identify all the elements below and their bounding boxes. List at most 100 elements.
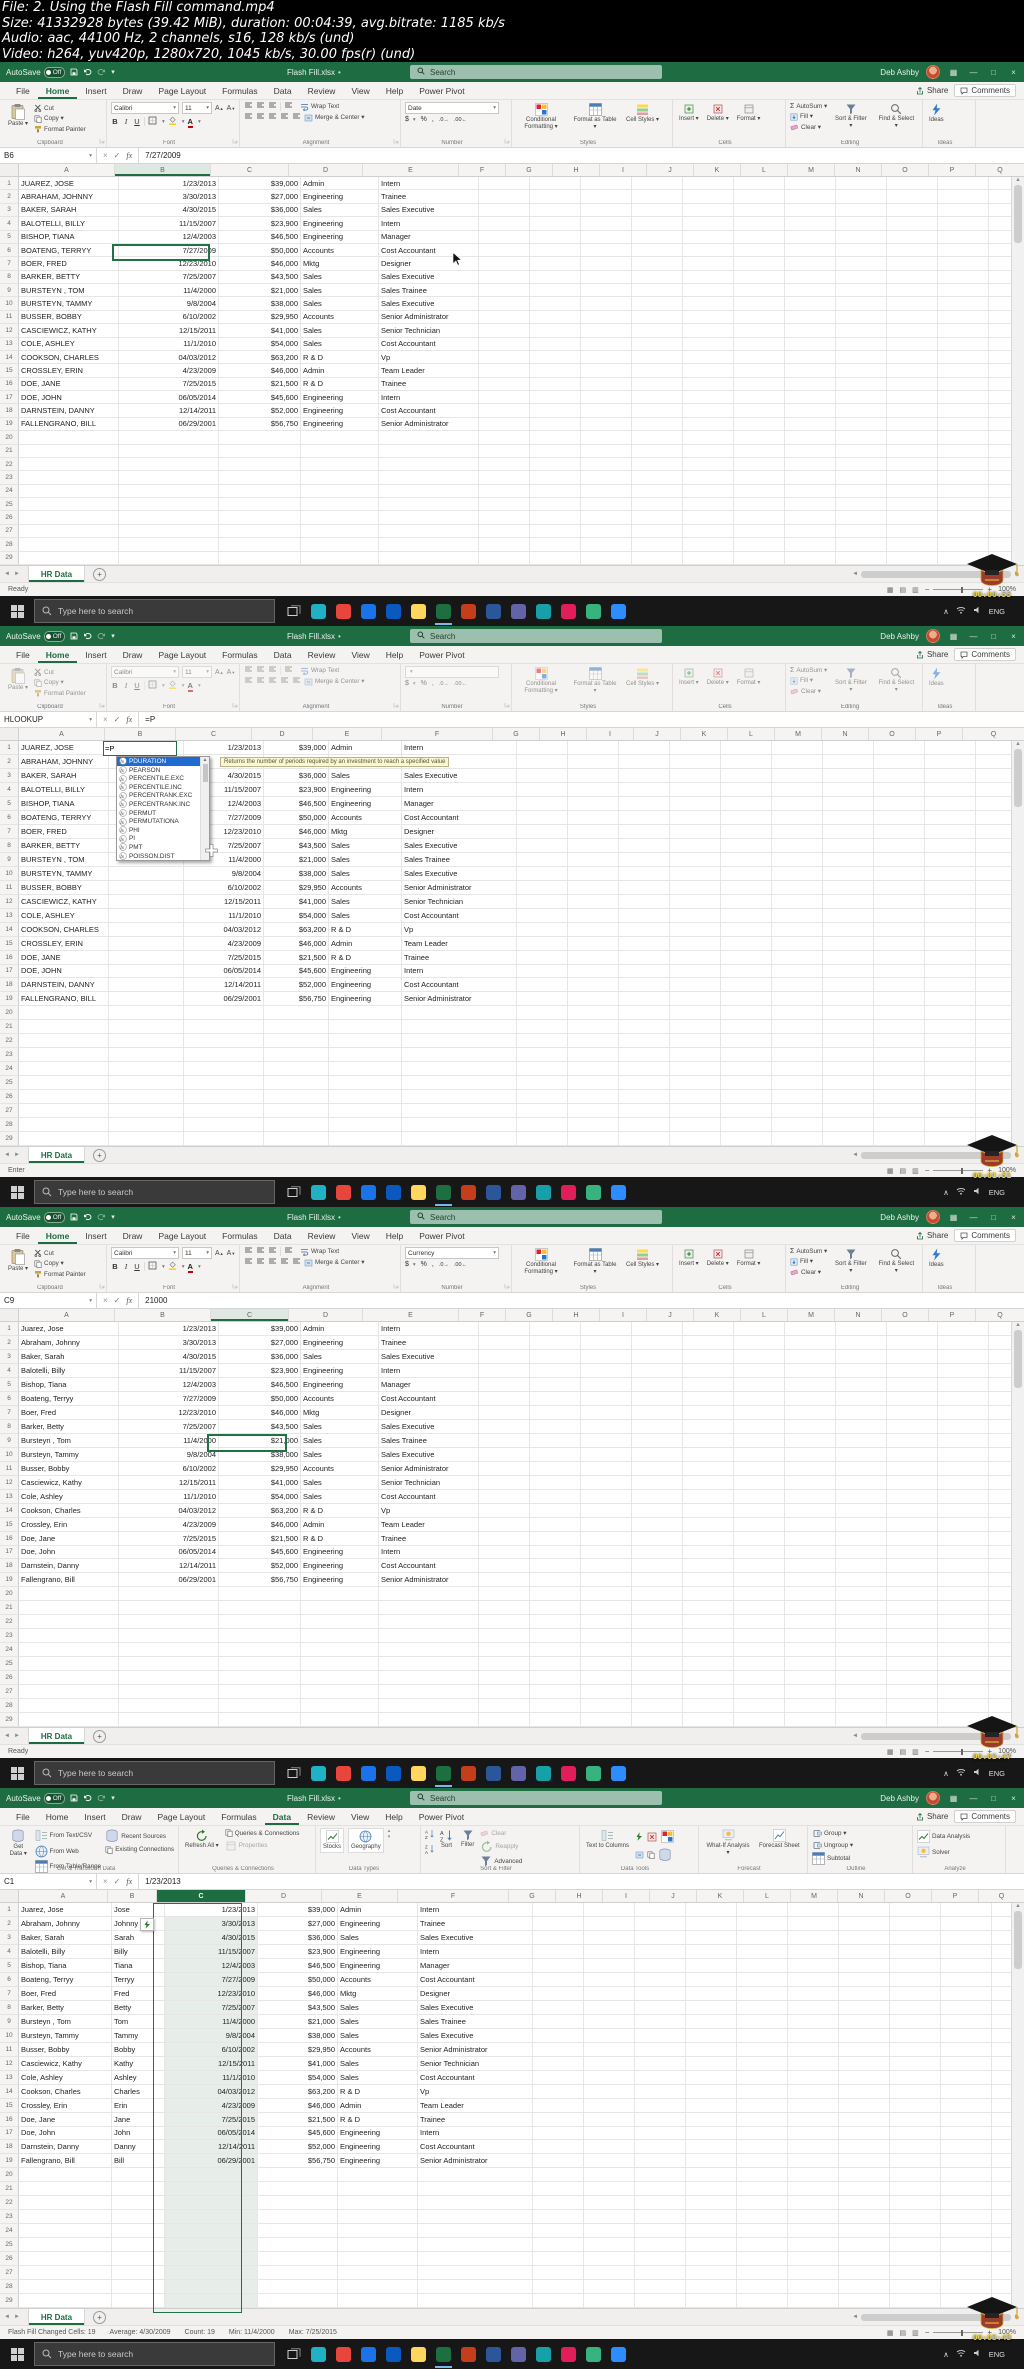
grid-cell[interactable] — [887, 190, 938, 204]
taskbar-app-icon[interactable] — [531, 596, 556, 626]
grid-cell[interactable] — [219, 444, 301, 458]
column-header[interactable]: G — [493, 728, 540, 740]
grid-cell[interactable] — [584, 2168, 635, 2183]
tab-view[interactable]: View — [343, 82, 377, 99]
vertical-scrollbar[interactable]: ▲ — [1011, 177, 1024, 565]
grid-cell[interactable] — [632, 270, 683, 284]
grid-cell[interactable]: $41,000 — [258, 2056, 338, 2071]
number-format-select[interactable]: Currency ▾ — [405, 1247, 499, 1259]
grid-cell[interactable]: 12/14/2011 — [119, 404, 219, 418]
taskbar-app-icon[interactable] — [381, 1758, 406, 1788]
grid-cell[interactable] — [925, 880, 976, 895]
grid-cell[interactable]: BUSSER, BOBBY — [19, 880, 109, 895]
grid-cell[interactable] — [219, 498, 301, 512]
grid-cell[interactable]: 7/25/2015 — [119, 377, 219, 391]
grid-cell[interactable] — [836, 471, 887, 485]
grid-cell[interactable] — [772, 782, 823, 797]
grid-cell[interactable] — [836, 1517, 887, 1532]
taskbar-app-icon[interactable] — [556, 1758, 581, 1788]
grid-cell[interactable] — [686, 1972, 737, 1987]
grid-cell[interactable] — [836, 257, 887, 271]
grid-cell[interactable] — [836, 391, 887, 405]
grid-cell[interactable] — [219, 1657, 301, 1672]
grid-cell[interactable] — [530, 1545, 581, 1560]
grid-cell[interactable] — [925, 978, 976, 993]
grid-cell[interactable] — [785, 538, 836, 552]
grid-cell[interactable] — [635, 1944, 686, 1959]
grid-cell[interactable] — [836, 1433, 887, 1448]
grid-cell[interactable] — [874, 838, 925, 853]
grid-cell[interactable] — [925, 1076, 976, 1091]
grid-cell[interactable] — [418, 2224, 533, 2239]
ribbon-display-options-icon[interactable]: ▦ — [947, 1794, 960, 1803]
grid-cell[interactable] — [530, 350, 581, 365]
grid-cell[interactable]: 9/8/2004 — [119, 1447, 219, 1462]
grid-cell[interactable] — [734, 1447, 785, 1462]
grid-cell[interactable]: Boateng, Terryy — [19, 1972, 112, 1987]
recent-sources-button[interactable]: Recent Sources — [105, 1829, 174, 1843]
grid-cell[interactable]: 12/23/2010 — [119, 1405, 219, 1420]
grid-cell[interactable] — [632, 538, 683, 552]
grid-cell[interactable] — [258, 2266, 338, 2281]
grid-cell[interactable] — [941, 2210, 992, 2225]
grid-cell[interactable] — [785, 203, 836, 218]
autosave-toggle[interactable]: AutoSave Off — [6, 630, 66, 642]
grid-cell[interactable]: BAKER, SARAH — [19, 203, 119, 218]
insert-function-icon[interactable]: fx — [126, 715, 132, 724]
row-header[interactable]: 4 — [0, 782, 19, 797]
grid-cell[interactable] — [219, 471, 301, 485]
grid-cell[interactable] — [772, 964, 823, 979]
grid-cell[interactable] — [619, 754, 670, 769]
grid-cell[interactable]: 12/15/2011 — [119, 324, 219, 338]
grid-cell[interactable] — [165, 2294, 258, 2309]
grid-cell[interactable] — [418, 2252, 533, 2267]
grid-cell[interactable] — [938, 1559, 989, 1574]
grid-cell[interactable]: CROSSLEY, ERIN — [19, 936, 109, 951]
tab-file[interactable]: File — [8, 646, 38, 663]
grid-cell[interactable] — [874, 1118, 925, 1133]
grid-cell[interactable]: Senior Administrator — [402, 992, 517, 1007]
column-header[interactable]: I — [600, 164, 647, 176]
grid-cell[interactable] — [530, 1391, 581, 1406]
grid-cell[interactable] — [887, 444, 938, 458]
grid-cell[interactable]: 3/30/2013 — [119, 1335, 219, 1350]
tab-review[interactable]: Review — [300, 82, 344, 99]
grid-cell[interactable] — [479, 217, 530, 231]
grid-cell[interactable] — [418, 2238, 533, 2253]
grid-cell[interactable] — [887, 1629, 938, 1644]
grid-cell[interactable]: COOKSON, CHARLES — [19, 350, 119, 365]
grid-cell[interactable] — [533, 2042, 584, 2057]
normal-view-icon[interactable]: ▦ — [887, 1748, 894, 1756]
grid-cell[interactable] — [632, 177, 683, 191]
taskbar-app-icon[interactable] — [431, 2339, 456, 2369]
grid-cell[interactable]: Engineering — [301, 1335, 379, 1350]
grid-cell[interactable]: Sales Executive — [379, 1419, 479, 1434]
row-header[interactable]: 18 — [0, 404, 19, 418]
row-header[interactable]: 4 — [0, 1363, 19, 1378]
grid-cell[interactable] — [338, 2168, 418, 2183]
tray-chevron-icon[interactable]: ∧ — [943, 1769, 949, 1778]
grid-cell[interactable] — [581, 364, 632, 378]
grid-cell[interactable]: Sales — [301, 324, 379, 338]
grid-cell[interactable] — [785, 551, 836, 565]
grid-cell[interactable]: Boateng, Terryy — [19, 1391, 119, 1406]
font-size-select[interactable]: 11 ▾ — [182, 666, 212, 678]
taskbar-app-icon[interactable] — [406, 2339, 431, 2369]
grid-cell[interactable] — [301, 1699, 379, 1714]
existing-connections-button[interactable]: Existing Connections — [105, 1845, 174, 1854]
grid-cell[interactable]: Trainee — [379, 377, 479, 391]
name-box[interactable]: HLOOKUP ▾ — [0, 712, 97, 727]
grid-cell[interactable]: Balotelli, Billy — [19, 1944, 112, 1959]
grid-cell[interactable]: $63,200 — [219, 350, 301, 365]
grid-cell[interactable] — [632, 1489, 683, 1504]
remove-duplicates-icon[interactable] — [646, 1831, 658, 1845]
column-header[interactable]: M — [788, 164, 835, 176]
grid-cell[interactable] — [517, 768, 568, 783]
grid-cell[interactable] — [785, 337, 836, 351]
grid-cell[interactable]: Sales — [301, 284, 379, 298]
dialog-launcher-icon[interactable] — [504, 702, 510, 710]
grid-cell[interactable] — [734, 203, 785, 218]
decrease-decimal-icon[interactable]: .00← — [454, 681, 467, 687]
grid-cell[interactable]: $46,000 — [258, 2098, 338, 2113]
grid-cell[interactable]: 12/23/2010 — [119, 257, 219, 271]
